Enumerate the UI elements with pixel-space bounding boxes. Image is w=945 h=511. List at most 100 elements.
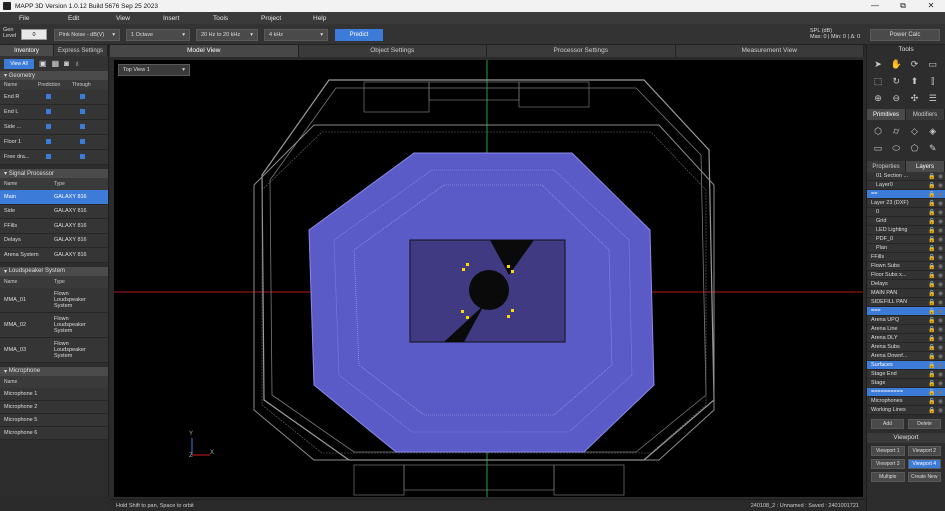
layer-row[interactable]: Stage 🔒 ◉ — [867, 379, 945, 388]
geometry-section[interactable]: ▾ Geometry — [0, 71, 108, 80]
geometry-row[interactable]: Side ... — [0, 120, 108, 135]
eye-icon[interactable]: ◉ — [936, 326, 945, 333]
layer-row[interactable]: Plan 🔒 ◉ — [867, 244, 945, 253]
tab-primitives[interactable]: Primitives — [867, 109, 906, 120]
menu-help[interactable]: Help — [313, 15, 326, 22]
microphone-section[interactable]: ▾ Microphone — [0, 366, 108, 376]
lock-icon[interactable]: 🔒 — [928, 263, 936, 270]
layer-row[interactable]: LED Lighting 🔒 ◉ — [867, 226, 945, 235]
add-layer-button[interactable]: Add — [871, 419, 904, 429]
eye-icon[interactable]: ◉ — [936, 218, 945, 225]
close-button[interactable]: ✕ — [917, 1, 945, 11]
model-viewport[interactable]: Top View 1 ▾ Y X Z — [114, 60, 863, 497]
lock-icon[interactable]: 🔒 — [928, 380, 936, 387]
lock-icon[interactable]: 🔒 — [928, 173, 936, 180]
lock-icon[interactable]: 🔒 — [928, 281, 936, 288]
layer-row[interactable]: ========== 🔒 ◉ — [867, 388, 945, 397]
eye-icon[interactable]: ◉ — [936, 308, 945, 315]
layer-row[interactable]: Delays 🔒 ◉ — [867, 280, 945, 289]
grid-icon[interactable]: ▦ — [52, 59, 60, 68]
lock-icon[interactable]: 🔒 — [928, 317, 936, 324]
prediction-checkbox[interactable] — [34, 153, 68, 161]
lock-icon[interactable]: 🔒 — [928, 272, 936, 279]
prediction-checkbox[interactable] — [34, 123, 68, 131]
layer-row[interactable]: Arena Subs 🔒 ◉ — [867, 343, 945, 352]
eye-icon[interactable]: ◉ — [936, 317, 945, 324]
tab-model-view[interactable]: Model View — [110, 45, 299, 57]
menu-file[interactable]: File — [19, 15, 29, 22]
signal-select[interactable]: Pink Noise - dB(V) ▾ — [54, 29, 120, 41]
loudspeaker-row[interactable]: MMA_03 Flown Loudspeaker System — [0, 337, 108, 363]
lock-icon[interactable]: 🔒 — [928, 335, 936, 342]
lock-icon[interactable]: 🔒 — [928, 326, 936, 333]
tab-processor-settings[interactable]: Processor Settings — [487, 45, 676, 57]
layer-row[interactable]: Arena DLY 🔒 ◉ — [867, 334, 945, 343]
ellipse-primitive-icon[interactable]: ⬭ — [889, 141, 903, 155]
layer-row[interactable]: Layer 23 (DXF) 🔒 ◉ — [867, 199, 945, 208]
layer-row[interactable]: 0 🔒 ◉ — [867, 208, 945, 217]
tab-modifiers[interactable]: Modifiers — [906, 109, 945, 120]
prediction-checkbox[interactable] — [34, 138, 68, 146]
lock-icon[interactable]: 🔒 — [928, 236, 936, 243]
gen-level-input[interactable]: 0 — [21, 29, 47, 40]
eye-icon[interactable]: ◉ — [936, 263, 945, 270]
multiple-button[interactable]: Multiple — [871, 472, 905, 482]
frequency-select[interactable]: 4 kHz ▾ — [264, 29, 328, 41]
layer-row[interactable]: Grid 🔒 ◉ — [867, 217, 945, 226]
layer-row[interactable]: 01 Section ... 🔒 ◉ — [867, 172, 945, 181]
move-tool-icon[interactable]: ⬆ — [908, 74, 922, 88]
mirror-tool-icon[interactable]: ⫿ — [926, 74, 940, 88]
lock-icon[interactable]: 🔒 — [928, 227, 936, 234]
eye-icon[interactable]: ◉ — [936, 173, 945, 180]
menu-edit[interactable]: Edit — [68, 15, 79, 22]
lock-icon[interactable]: 🔒 — [928, 182, 936, 189]
pencil-primitive-icon[interactable]: ✎ — [926, 141, 940, 155]
list-tool-icon[interactable]: ☰ — [926, 91, 940, 105]
prediction-checkbox[interactable] — [34, 108, 68, 116]
cylinder-primitive-icon[interactable]: ⌭ — [889, 124, 903, 138]
plane-primitive-icon[interactable]: ◇ — [908, 124, 922, 138]
lock-icon[interactable]: 🔒 — [928, 362, 936, 369]
microphone-row[interactable]: Microphone 6 — [0, 426, 108, 440]
predict-button[interactable]: Predict — [335, 29, 383, 41]
tab-layers[interactable]: Layers — [906, 161, 945, 172]
lock-icon[interactable]: 🔒 — [928, 407, 936, 414]
layer-row[interactable]: Layer0 🔒 ◉ — [867, 181, 945, 190]
layer-row[interactable]: PDF_0 🔒 ◉ — [867, 235, 945, 244]
tab-express-settings[interactable]: Express Settings — [54, 45, 108, 56]
lock-icon[interactable]: 🔒 — [928, 299, 936, 306]
tab-measurement-view[interactable]: Measurement View — [675, 45, 864, 57]
microphone-row[interactable]: Microphone 5 — [0, 413, 108, 427]
eye-icon[interactable]: ◉ — [936, 290, 945, 297]
power-calc-button[interactable]: Power Calc — [870, 29, 940, 41]
menu-tools[interactable]: Tools — [213, 15, 228, 22]
eye-icon[interactable]: ◉ — [936, 272, 945, 279]
rotate-tool-icon[interactable]: ↻ — [889, 74, 903, 88]
loudspeaker-section[interactable]: ▾ Loudspeaker System — [0, 266, 108, 276]
layer-row[interactable]: Stage End 🔒 ◉ — [867, 370, 945, 379]
layer-row[interactable]: SIDEFILL PAN 🔒 ◉ — [867, 298, 945, 307]
polygon-primitive-icon[interactable]: ⬠ — [908, 141, 922, 155]
eye-icon[interactable]: ◉ — [936, 380, 945, 387]
processor-row[interactable]: Main GALAXY 816 — [0, 190, 108, 205]
view-all-button[interactable]: View All — [4, 58, 34, 69]
eye-icon[interactable]: ◉ — [936, 299, 945, 306]
through-checkbox[interactable] — [68, 153, 102, 161]
microphone-row[interactable]: Microphone 1 — [0, 387, 108, 401]
eye-icon[interactable]: ◉ — [936, 209, 945, 216]
cube-icon[interactable]: ▣ — [39, 59, 47, 68]
loudspeaker-row[interactable]: MMA_01 Flown Loudspeaker System — [0, 287, 108, 313]
lock-icon[interactable]: 🔒 — [928, 353, 936, 360]
viewport-2-button[interactable]: Viewport 2 — [907, 446, 941, 456]
create-new-button[interactable]: Create New — [907, 472, 941, 482]
geometry-row[interactable]: Floor 1 — [0, 135, 108, 150]
signal-processor-section[interactable]: ▾ Signal Processor — [0, 169, 108, 178]
loudspeaker-row[interactable]: MMA_02 Flown Loudspeaker System — [0, 312, 108, 338]
orbit-tool-icon[interactable]: ⟳ — [908, 57, 922, 71]
geometry-row[interactable]: End L — [0, 105, 108, 120]
lock-icon[interactable]: 🔒 — [928, 371, 936, 378]
layer-row[interactable]: Flown Subs 🔒 ◉ — [867, 262, 945, 271]
menu-project[interactable]: Project — [261, 15, 281, 22]
layer-row[interactable]: Arena UPQ 🔒 ◉ — [867, 316, 945, 325]
tab-inventory[interactable]: Inventory — [0, 45, 54, 56]
